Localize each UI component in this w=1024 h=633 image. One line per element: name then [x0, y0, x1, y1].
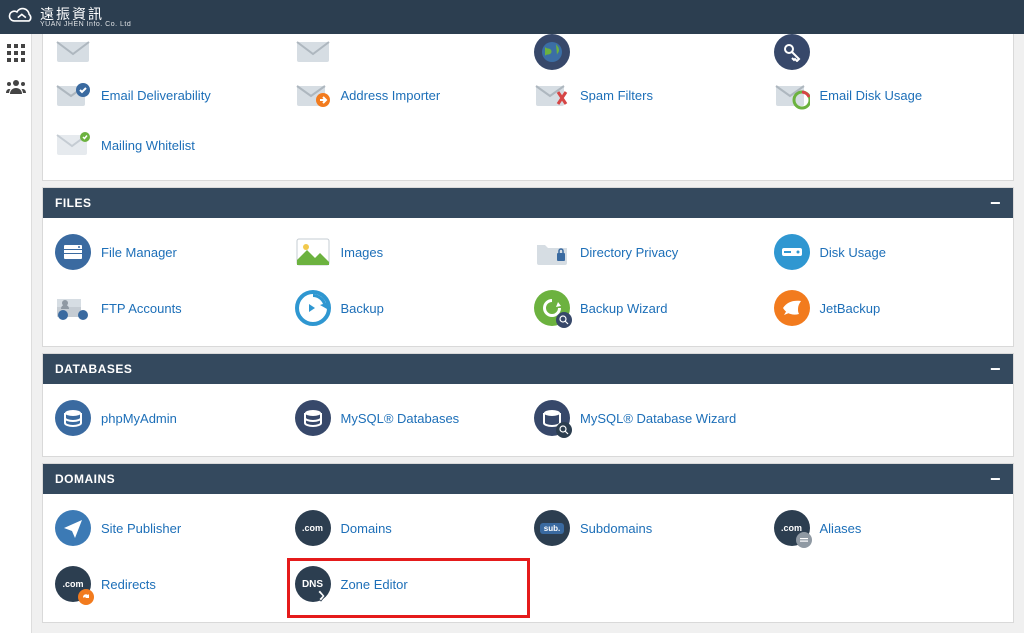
subdomains[interactable]: sub. Subdomains	[528, 504, 768, 560]
item-label: Email Disk Usage	[820, 88, 923, 103]
mysql-wizard-icon	[534, 400, 570, 436]
dir-privacy-icon	[534, 237, 570, 267]
item-label: Images	[341, 245, 384, 260]
redirects[interactable]: .com Redirects	[49, 560, 289, 616]
disk-usage-icon	[774, 234, 810, 270]
deliverability-icon	[55, 80, 91, 110]
item-label: FTP Accounts	[101, 301, 182, 316]
email-item-cut-4[interactable]	[768, 34, 1008, 74]
email-deliverability[interactable]: Email Deliverability	[49, 74, 289, 124]
item-label: MySQL® Database Wizard	[580, 411, 736, 426]
item-label: Address Importer	[341, 88, 441, 103]
grid-view-button[interactable]	[5, 42, 27, 64]
email-section: Email Deliverability Address Importer Sp…	[42, 34, 1014, 181]
whitelist-icon	[55, 130, 91, 160]
item-label: MySQL® Databases	[341, 411, 460, 426]
phpmyadmin[interactable]: phpMyAdmin	[49, 394, 289, 450]
databases-header[interactable]: DATABASES −	[43, 354, 1013, 384]
aliases[interactable]: .com Aliases	[768, 504, 1008, 560]
phpmyadmin-icon	[55, 400, 91, 436]
mysql-databases[interactable]: MySQL® Databases	[289, 394, 529, 450]
subdomains-icon: sub.	[534, 510, 570, 546]
item-label: File Manager	[101, 245, 177, 260]
topbar: 遠振資訊 YUAN JHEN Info. Co. Ltd	[0, 0, 1024, 34]
file-manager-icon	[55, 234, 91, 270]
cloud-icon	[8, 5, 34, 30]
mailing-whitelist[interactable]: Mailing Whitelist	[49, 124, 289, 174]
site-publisher[interactable]: Site Publisher	[49, 504, 289, 560]
item-label: Subdomains	[580, 521, 652, 536]
item-label: Directory Privacy	[580, 245, 678, 260]
collapse-icon: −	[990, 198, 1001, 208]
files-section: FILES − File Manager Images Directory Pr…	[42, 187, 1014, 347]
spam-icon	[534, 80, 570, 110]
sidebar	[0, 34, 32, 633]
item-label: Backup Wizard	[580, 301, 667, 316]
users-button[interactable]	[5, 76, 27, 98]
site-publisher-icon	[55, 510, 91, 546]
domains-header[interactable]: DOMAINS −	[43, 464, 1013, 494]
section-title: DOMAINS	[55, 472, 115, 486]
zone-editor[interactable]: DNS Zone Editor	[289, 560, 529, 616]
domains-icon: .com	[295, 510, 331, 546]
mysql-wizard[interactable]: MySQL® Database Wizard	[528, 394, 768, 450]
jetbackup-icon	[774, 290, 810, 326]
email-item-cut-1[interactable]	[49, 34, 289, 74]
files-header[interactable]: FILES −	[43, 188, 1013, 218]
item-label: Zone Editor	[341, 577, 408, 592]
directory-privacy[interactable]: Directory Privacy	[528, 228, 768, 284]
file-manager[interactable]: File Manager	[49, 228, 289, 284]
main-content: Email Deliverability Address Importer Sp…	[32, 34, 1024, 633]
ftp-icon	[55, 293, 91, 323]
globe-icon	[534, 34, 570, 70]
item-label: Aliases	[820, 521, 862, 536]
importer-icon	[295, 80, 331, 110]
backup-wizard-icon	[534, 290, 570, 326]
email-disk-usage[interactable]: Email Disk Usage	[768, 74, 1008, 124]
item-label: Domains	[341, 521, 392, 536]
item-label: Mailing Whitelist	[101, 138, 195, 153]
brand-text: 遠振資訊 YUAN JHEN Info. Co. Ltd	[40, 7, 131, 28]
collapse-icon: −	[990, 474, 1001, 484]
email-item-cut-3[interactable]	[528, 34, 768, 74]
images[interactable]: Images	[289, 228, 529, 284]
address-importer[interactable]: Address Importer	[289, 74, 529, 124]
mysql-icon	[295, 400, 331, 436]
ftp-accounts[interactable]: FTP Accounts	[49, 284, 289, 340]
item-label: Backup	[341, 301, 384, 316]
item-label: JetBackup	[820, 301, 881, 316]
backup-wizard[interactable]: Backup Wizard	[528, 284, 768, 340]
redirects-icon: .com	[55, 566, 91, 602]
envelope-icon	[295, 37, 331, 67]
section-title: DATABASES	[55, 362, 132, 376]
email-disk-icon	[774, 80, 810, 110]
brand-logo[interactable]: 遠振資訊 YUAN JHEN Info. Co. Ltd	[8, 5, 131, 30]
domains[interactable]: .com Domains	[289, 504, 529, 560]
item-label: Disk Usage	[820, 245, 886, 260]
item-label: Redirects	[101, 577, 156, 592]
item-label: phpMyAdmin	[101, 411, 177, 426]
spam-filters[interactable]: Spam Filters	[528, 74, 768, 124]
databases-section: DATABASES − phpMyAdmin MySQL® Databases …	[42, 353, 1014, 457]
zone-editor-icon: DNS	[295, 566, 331, 602]
backup-icon	[295, 290, 331, 326]
collapse-icon: −	[990, 364, 1001, 374]
images-icon	[295, 237, 331, 267]
disk-usage[interactable]: Disk Usage	[768, 228, 1008, 284]
aliases-icon: .com	[774, 510, 810, 546]
envelope-icon	[55, 37, 91, 67]
domains-section: DOMAINS − Site Publisher .com Domains su…	[42, 463, 1014, 623]
item-label: Spam Filters	[580, 88, 653, 103]
jetbackup[interactable]: JetBackup	[768, 284, 1008, 340]
backup[interactable]: Backup	[289, 284, 529, 340]
item-label: Email Deliverability	[101, 88, 211, 103]
item-label: Site Publisher	[101, 521, 181, 536]
email-item-cut-2[interactable]	[289, 34, 529, 74]
key-icon	[774, 34, 810, 70]
section-title: FILES	[55, 196, 92, 210]
